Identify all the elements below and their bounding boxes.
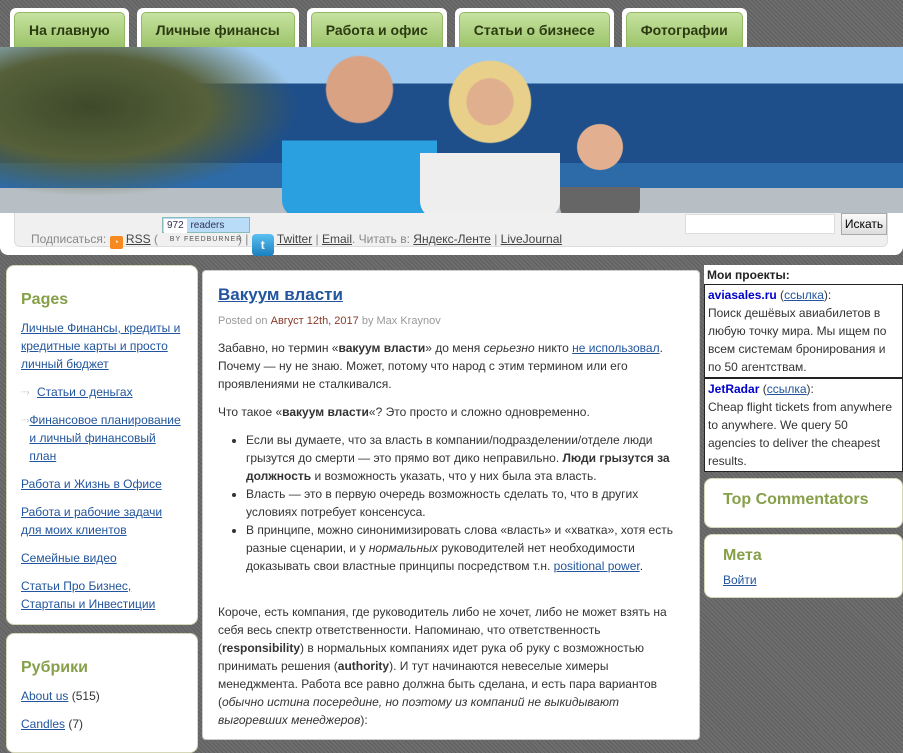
pages-widget: Pages Личные Финансы, кредиты и кредитны… — [6, 265, 198, 625]
email-link[interactable]: Email — [322, 232, 352, 246]
post-paragraph: Короче, есть компания, где руководитель … — [218, 603, 685, 729]
page-item: ┈› Статьи о деньгах — [21, 383, 185, 401]
post-paragraph: Забавно, но термин «вакуум власти» до ме… — [218, 339, 685, 393]
text-segment: нормальных — [368, 541, 438, 555]
twitter-icon[interactable]: t — [251, 234, 274, 256]
nav-tab: Личные финансы — [136, 8, 299, 48]
post-bullet-list: Если вы думаете, что за власть в компани… — [246, 431, 685, 575]
post-date[interactable]: Август 12th, 2017 — [271, 315, 359, 327]
subscribe-bar: 972 readers Подписаться: ◔ RSS () | t Tw… — [0, 213, 903, 256]
text-segment: серьезно — [483, 341, 535, 355]
search-button[interactable]: Искать — [841, 213, 887, 235]
rubric-count: (7) — [68, 717, 84, 731]
post-paragraph: Что такое «вакуум власти«? Это просто и … — [218, 403, 685, 421]
rubric-link[interactable]: About us — [21, 689, 68, 703]
top-commentators-title: Top Commentators — [723, 491, 869, 508]
nav-tab-link[interactable]: Личные финансы — [140, 12, 295, 48]
text-segment: Что такое « — [218, 405, 283, 419]
meta-title: Мета — [723, 547, 762, 564]
text-segment: и возможность указать, что у них была эт… — [311, 469, 597, 483]
feedburner-counter[interactable]: 972 readers — [162, 217, 250, 233]
rubrics-widget: Рубрики About us (515) Candles (7) — [6, 633, 198, 753]
rubric-count: (515) — [71, 689, 100, 703]
subpage-arrow-icon: ┈› — [21, 387, 30, 397]
rubric-link[interactable]: Candles — [21, 717, 65, 731]
inline-link[interactable]: не использовал — [572, 341, 659, 355]
rubrics-title: Рубрики — [21, 659, 88, 676]
yandex-link[interactable]: Яндекс-Ленте — [413, 232, 491, 246]
text-segment: Забавно, но термин « — [218, 341, 339, 355]
rubric-item: Candles (7) — [21, 715, 185, 733]
text-segment: ): — [360, 713, 368, 727]
projects-title: Мои проекты: — [704, 265, 903, 284]
nav-tab: На главную — [10, 8, 129, 48]
main-nav: На главную Личные финансы Работа и офис Ста… — [10, 8, 747, 48]
rss-link[interactable]: RSS — [126, 232, 151, 246]
page-item: Работа и рабочие задачи для моих клиенто… — [21, 503, 185, 539]
page-item: Личные Финансы, кредиты и кредитные карт… — [21, 319, 185, 373]
post-meta: Posted on Август 12th, 2017 by Max Krayn… — [218, 315, 441, 327]
person-boy — [560, 117, 640, 213]
rss-icon[interactable]: ◔ — [109, 236, 123, 249]
nav-tab-link[interactable]: Работа и офис — [310, 12, 443, 48]
subpage-arrow-icon: ┈› — [21, 415, 30, 425]
page-link[interactable]: Финансовое планирование и личный финансо… — [29, 411, 185, 465]
bullet-item: В принципе, можно синонимизировать слова… — [246, 521, 685, 575]
text-segment: обычно истина посередине, но поэтому из … — [218, 695, 619, 727]
text-segment: responsibility — [222, 641, 301, 655]
text-segment: » до меня — [425, 341, 484, 355]
project-name-link[interactable]: aviasales.ru — [708, 288, 777, 302]
nav-tab: Фотографии — [621, 8, 747, 48]
rubric-item: About us (515) — [21, 687, 185, 705]
inline-link[interactable]: positional power — [554, 559, 640, 573]
post-title[interactable]: Вакуум власти — [218, 285, 685, 305]
text-segment: . — [639, 559, 644, 573]
text-segment: Власть — это в первую очередь возможност… — [246, 487, 639, 519]
project-description: Поиск дешёвых авиабилетов в любую точку … — [708, 306, 887, 374]
nav-tab-link[interactable]: На главную — [14, 12, 125, 48]
header-photo — [0, 47, 903, 213]
trees-image — [0, 47, 300, 197]
subscribe-label: Подписаться: — [31, 232, 107, 246]
project-name-link[interactable]: JetRadar — [708, 382, 759, 396]
pages-title: Pages — [21, 291, 69, 308]
top-commentators-widget: Top Commentators — [704, 478, 903, 528]
nav-tab-link[interactable]: Статьи о бизнесе — [458, 12, 610, 48]
twitter-link[interactable]: Twitter — [277, 232, 312, 246]
nav-tab: Работа и офис — [306, 8, 447, 48]
text-segment: вакуум власти — [282, 405, 369, 419]
feedburner-label: BY FEEDBURNER — [169, 236, 243, 243]
project-link[interactable]: ссылка — [784, 288, 824, 302]
person-man — [282, 47, 437, 213]
project-item: aviasales.ru (ссылка): Поиск дешёвых авиа… — [704, 284, 903, 378]
nav-tab-link[interactable]: Фотографии — [625, 12, 743, 48]
right-sidebar: Мои проекты: aviasales.ru (ссылка): Поиск… — [704, 265, 903, 598]
page-link[interactable]: Личные Финансы, кредиты и кредитные карт… — [21, 321, 180, 371]
project-link[interactable]: ссылка — [767, 382, 807, 396]
text-segment: вакуум власти — [338, 341, 426, 355]
bullet-item: Власть — это в первую очередь возможност… — [246, 485, 685, 521]
page-link[interactable]: Семейные видео — [21, 551, 117, 565]
person-woman — [420, 57, 560, 213]
search-input[interactable] — [685, 214, 835, 234]
page-link[interactable]: Статьи Про Бизнес, Стартапы и Инвестиции — [21, 579, 155, 611]
project-description: Cheap flight tickets from anywhere to an… — [708, 400, 893, 468]
login-link[interactable]: Войти — [723, 573, 757, 587]
page-item: ┈› Финансовое планирование и личный финан… — [21, 411, 185, 465]
page-link[interactable]: Работа и рабочие задачи для моих клиенто… — [21, 505, 162, 537]
page-item: Статьи Про Бизнес, Стартапы и Инвестиции — [21, 577, 185, 613]
meta-widget: Мета Войти — [704, 534, 903, 598]
page-link[interactable]: Статьи о деньгах — [37, 383, 133, 401]
bullet-item: Если вы думаете, что за власть в компани… — [246, 431, 685, 485]
page-item: Семейные видео — [21, 549, 185, 567]
text-segment: authority — [337, 659, 390, 673]
nav-tab: Статьи о бизнесе — [454, 8, 614, 48]
text-segment: «? Это просто и сложно одновременно. — [368, 405, 590, 419]
page-item: Работа и Жизнь в Офисе — [21, 475, 185, 493]
post: Вакуум власти Posted on Август 12th, 201… — [202, 270, 700, 740]
livejournal-link[interactable]: LiveJournal — [501, 232, 562, 246]
text-segment: никто — [534, 341, 573, 355]
project-item: JetRadar (ссылка): Cheap flight tickets f… — [704, 378, 903, 472]
page-link[interactable]: Работа и Жизнь в Офисе — [21, 477, 162, 491]
